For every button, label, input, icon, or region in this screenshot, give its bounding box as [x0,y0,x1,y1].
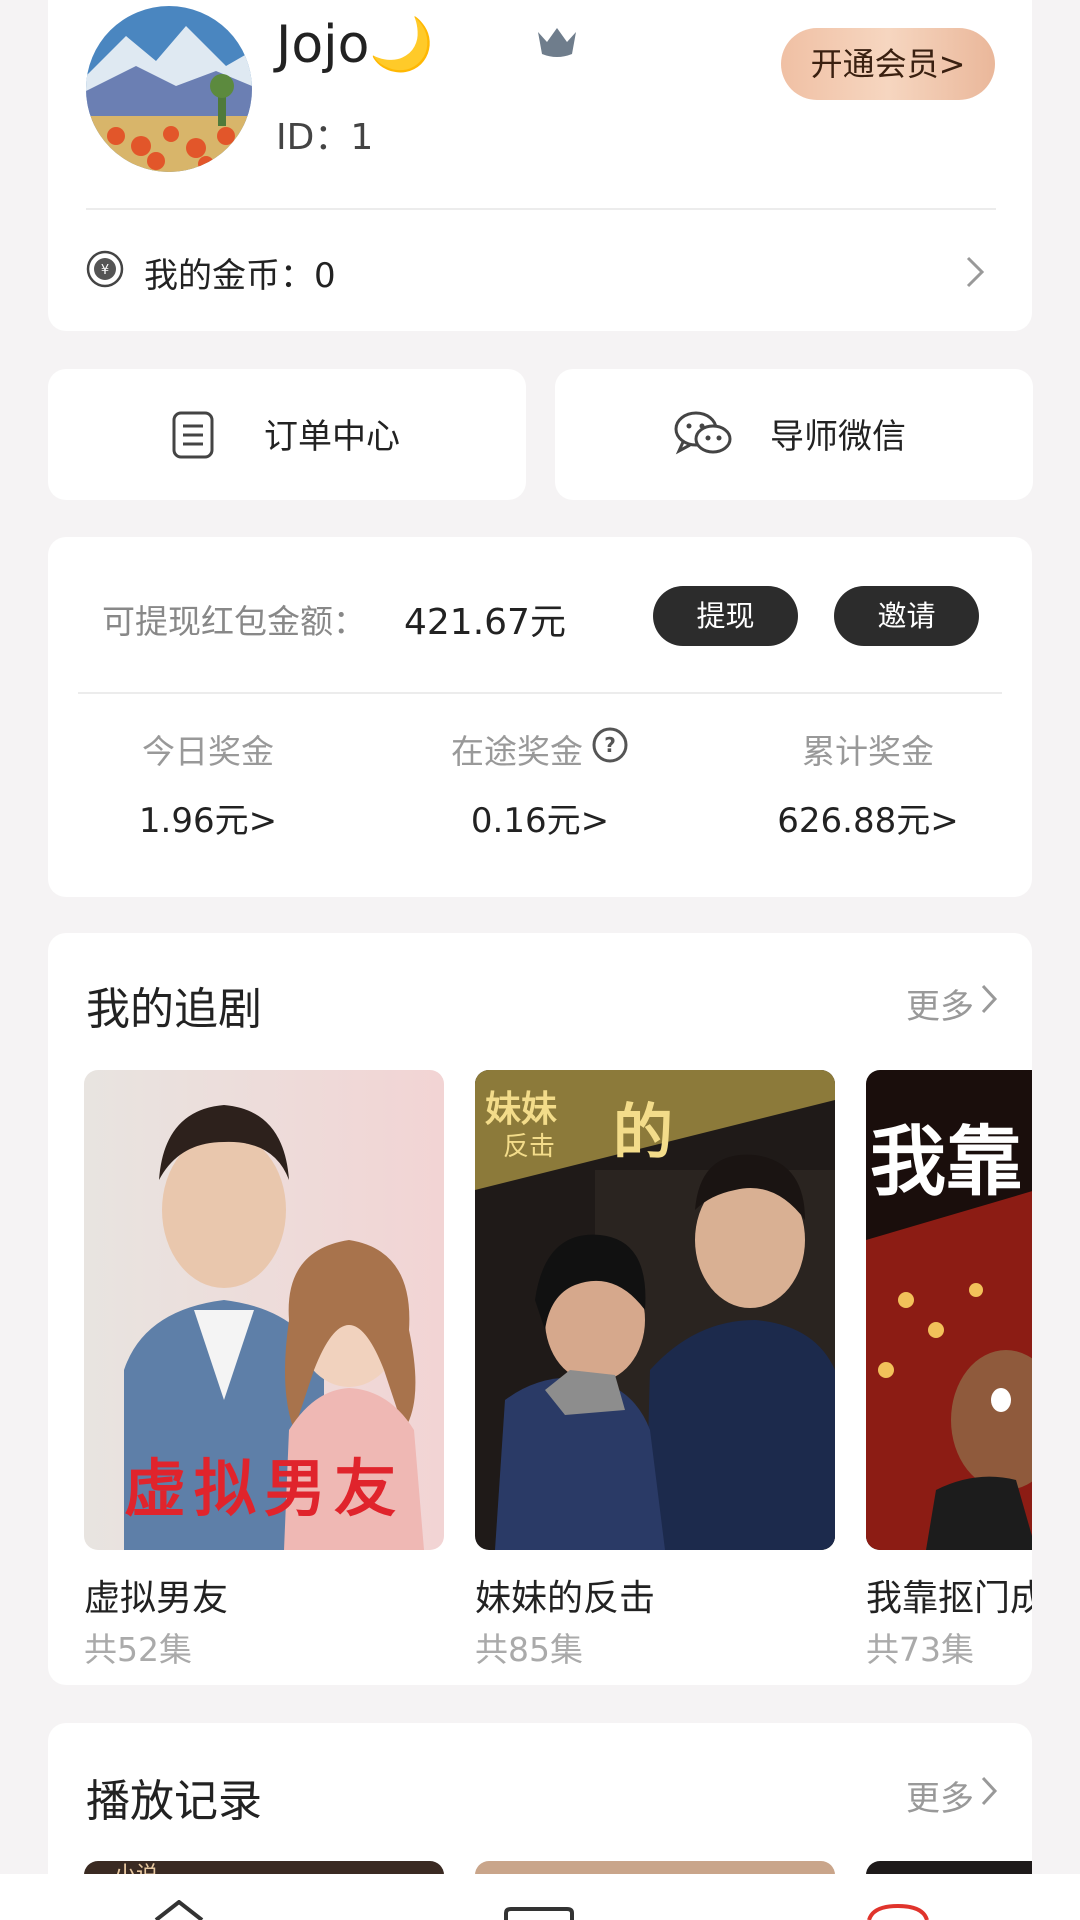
stat-label: 在途奖金 [451,732,583,771]
svg-text:¥: ¥ [101,263,109,278]
stat-total[interactable]: 累计奖金 626.88元> [718,725,1018,842]
svg-text:?: ? [604,733,616,757]
profile-tab-icon[interactable] [865,1903,931,1920]
stat-today[interactable]: 今日奖金 1.96元> [58,725,358,842]
more-link[interactable]: 更多 [906,1771,998,1820]
drama-title[interactable]: 虚拟男友 [84,1569,228,1621]
poster-title-art: 的 [613,1098,673,1168]
divider [78,692,1002,694]
stat-in-transit[interactable]: 在途奖金 ? 0.16元> [390,725,690,842]
profile-card: Jojo🌙 ID：1 开通会员> ¥ 我的金币：0 [48,0,1032,331]
vip-button[interactable]: 开通会员> [781,28,995,100]
poster-title-art: 妹妹 [485,1089,558,1130]
order-center-label: 订单中心 [264,417,400,457]
withdrawable-amount: 421.67元 [404,602,566,643]
more-link[interactable]: 更多 [906,979,998,1028]
drama-poster[interactable]: 我靠 [866,1070,1032,1550]
help-icon[interactable]: ? [591,726,629,772]
drama-poster[interactable]: 虚拟男友 [84,1070,444,1550]
my-dramas-section: 我的追剧 更多 虚拟男友 虚拟男友 共52集 妹妹 反击 的 妹妹的反击 共85… [48,933,1032,1685]
drama-episodes: 共85集 [475,1630,583,1669]
drama-poster[interactable]: 妹妹 反击 的 [475,1070,835,1550]
stat-value: 0.16元> [470,801,610,841]
crown-icon [534,24,580,64]
invite-button[interactable]: 邀请 [834,586,979,646]
drama-title[interactable]: 妹妹的反击 [475,1569,655,1621]
poster-title-art: 我靠 [870,1117,1022,1206]
stat-label: 累计奖金 [802,732,934,771]
withdraw-button[interactable]: 提现 [653,586,798,646]
coins-label: 我的金币：0 [144,256,336,296]
drama-title[interactable]: 我靠抠门成 [866,1569,1032,1621]
mentor-wechat-label: 导师微信 [770,417,906,457]
user-id: ID：1 [276,117,374,158]
poster-title-art: 反击 [503,1132,556,1162]
chevron-right-icon [964,254,986,294]
earnings-card: 可提现红包金额： 421.67元 提现 邀请 今日奖金 1.96元> 在途奖金 … [48,537,1032,897]
theater-icon[interactable] [503,1906,575,1920]
bottom-nav [0,1874,1080,1920]
more-label: 更多 [906,1779,974,1819]
stat-value: 1.96元> [138,801,278,841]
coin-icon: ¥ [86,250,124,292]
section-title: 播放记录 [86,1776,262,1827]
chevron-right-icon [980,983,998,1024]
chevron-right-icon [980,1775,998,1816]
drama-episodes: 共52集 [84,1630,192,1669]
mentor-wechat-button[interactable]: 导师微信 [555,369,1033,500]
order-center-button[interactable]: 订单中心 [48,369,526,500]
home-icon[interactable] [152,1899,206,1920]
username: Jojo🌙 [276,15,435,75]
section-title: 我的追剧 [86,984,262,1035]
wechat-icon [673,409,733,463]
withdrawable-label: 可提现红包金额： [102,602,366,641]
drama-episodes: 共73集 [866,1630,974,1669]
stat-label: 今日奖金 [142,732,274,771]
more-label: 更多 [906,987,974,1027]
poster-title-art: 虚拟男友 [123,1452,404,1525]
order-list-icon [172,411,214,463]
avatar[interactable] [86,6,252,172]
coins-row[interactable]: ¥ 我的金币：0 [86,242,996,302]
stat-value: 626.88元> [777,801,959,841]
divider [86,208,996,210]
